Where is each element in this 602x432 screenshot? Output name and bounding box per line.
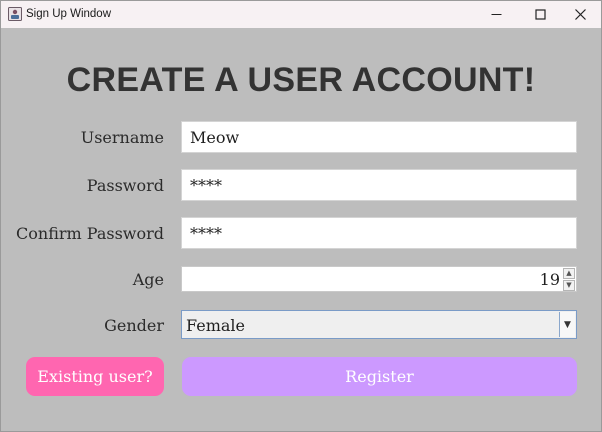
minimize-button[interactable]	[474, 1, 518, 28]
age-label: Age	[132, 270, 164, 289]
age-spinner[interactable]: 19 ▲ ▼	[181, 266, 577, 292]
maximize-button[interactable]	[518, 1, 562, 28]
minimize-icon	[491, 14, 501, 15]
spinner-down-button[interactable]: ▼	[563, 280, 575, 291]
window-title: Sign Up Window	[26, 8, 112, 20]
chevron-down-icon: ▼	[566, 281, 572, 289]
age-value[interactable]: 19	[540, 270, 560, 289]
sign-up-window: Sign Up Window CREATE A USER ACCOUNT! Us…	[0, 0, 602, 432]
username-input[interactable]	[181, 121, 577, 153]
close-button[interactable]	[558, 1, 602, 28]
register-button[interactable]: Register	[182, 357, 577, 396]
gender-value: Female	[186, 316, 245, 335]
gender-label: Gender	[104, 316, 164, 335]
confirm-password-input[interactable]	[181, 217, 577, 249]
title-bar[interactable]: Sign Up Window	[1, 1, 601, 28]
maximize-icon	[534, 9, 546, 20]
confirm-password-label: Confirm Password	[16, 224, 164, 243]
existing-user-button[interactable]: Existing user?	[26, 357, 164, 396]
gender-select[interactable]: Female ▼	[181, 310, 577, 339]
username-label: Username	[80, 128, 164, 147]
close-icon	[574, 9, 586, 20]
password-label: Password	[86, 176, 164, 195]
dropdown-arrow-icon: ▼	[564, 319, 571, 330]
dropdown-button[interactable]: ▼	[559, 312, 575, 337]
page-title: CREATE A USER ACCOUNT!	[66, 61, 536, 99]
app-icon	[8, 7, 22, 21]
password-input[interactable]	[181, 169, 577, 201]
chevron-up-icon: ▲	[566, 269, 572, 277]
spinner-up-button[interactable]: ▲	[563, 268, 575, 279]
